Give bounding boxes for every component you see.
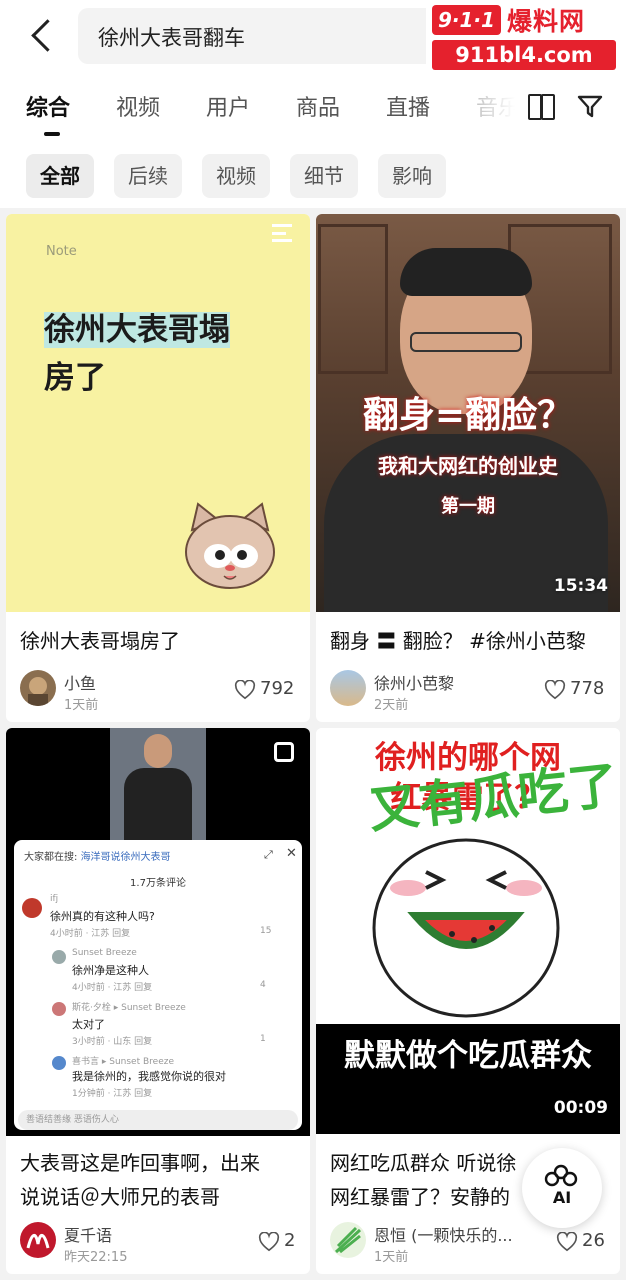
comment-count: 1.7万条评论: [130, 878, 186, 889]
comment-user: 斯花·夕栓 ▸ Sunset Breeze: [72, 1003, 186, 1013]
post-time: 2天前: [374, 698, 409, 713]
search-query: 徐州大表哥翻车: [98, 26, 245, 50]
avatar[interactable]: [330, 670, 366, 706]
meme-thumbnail: 徐州的哪个网 红暴雷了？ 又有瓜吃了 默默做个吃瓜群众 00:09: [316, 728, 620, 1134]
comment-user: ifj: [50, 894, 59, 904]
comment-likes: 1: [260, 1034, 266, 1044]
comment-input: 善语结善缘 恶语伤人心: [18, 1110, 298, 1130]
screenshot-thumbnail: 大家都在搜: 海洋哥说徐州大表哥 ⤢ ✕ 1.7万条评论 ifj 徐州真的有这种…: [6, 728, 310, 1136]
like-count: 778: [570, 678, 605, 699]
video-overlay-subtitle: 我和大网红的创业史: [378, 454, 558, 478]
note-text: 徐州大表哥塌 房了: [44, 312, 230, 396]
result-card-3[interactable]: 大家都在搜: 海洋哥说徐州大表哥 ⤢ ✕ 1.7万条评论 ifj 徐州真的有这种…: [6, 728, 310, 1274]
close-icon: ✕: [286, 846, 297, 861]
bookshelf: [318, 224, 388, 374]
active-tab-indicator: [44, 132, 60, 136]
comment-meta: 4小时前 · 江苏 回复: [72, 983, 153, 993]
chip-followup[interactable]: 后续: [114, 154, 182, 198]
note-label: Note: [46, 244, 77, 259]
watermark-word: 爆料网: [506, 7, 585, 36]
comment-text: 我是徐州的，我感觉你说的很对: [72, 1070, 226, 1083]
chip-video[interactable]: 视频: [202, 154, 270, 198]
tab-fade: [470, 72, 526, 142]
video-thumbnail: 翻身=翻脸？ 我和大网红的创业史 第一期 15:34: [316, 214, 620, 612]
like-count: 26: [582, 1230, 605, 1251]
avatar[interactable]: [20, 1222, 56, 1258]
like-icon[interactable]: [544, 679, 566, 700]
meme-caption: 默默做个吃瓜群众: [344, 1038, 592, 1074]
comment-text: 太对了: [72, 1018, 105, 1031]
tab-video[interactable]: 视频: [116, 90, 160, 122]
video-frame: [110, 728, 206, 840]
watermark-number: 9·1·1: [432, 5, 501, 35]
card-title: 徐州大表哥塌房了: [20, 629, 180, 653]
tab-live[interactable]: 直播: [386, 90, 430, 122]
comment-text: 徐州净是这种人: [72, 964, 149, 977]
like-count: 792: [260, 678, 295, 699]
gallery-icon: [274, 742, 294, 762]
search-header: 徐州大表哥翻车 搜索 9·1·1 爆料网 911bl4.com: [0, 0, 626, 74]
filter-icon[interactable]: [576, 92, 604, 120]
comment-user: Sunset Breeze: [72, 948, 137, 958]
chip-impact[interactable]: 影响: [378, 154, 446, 198]
avatar[interactable]: [20, 670, 56, 706]
note-thumbnail: Note 徐州大表哥塌 房了: [6, 214, 310, 612]
chip-all[interactable]: 全部: [26, 154, 94, 198]
comment-likes: 4: [260, 980, 266, 990]
author-name[interactable]: 恩恒 (一颗快乐的...: [374, 1222, 513, 1246]
like-icon[interactable]: [258, 1231, 280, 1252]
author-name[interactable]: 徐州小芭黎: [374, 670, 454, 694]
popup-header: 大家都在搜: 海洋哥说徐州大表哥: [24, 852, 171, 863]
avatar[interactable]: [330, 1222, 366, 1258]
video-duration: 00:09: [553, 1098, 608, 1118]
cat-sticker-icon: [185, 502, 275, 589]
menu-icon: [272, 224, 292, 242]
result-card-2[interactable]: 翻身=翻脸？ 我和大网红的创业史 第一期 15:34 翻身 〓 翻脸？ #徐州小…: [316, 214, 620, 722]
category-tabs: 综合 视频 用户 商品 直播 音乐: [0, 72, 626, 142]
video-overlay-title: 翻身=翻脸？: [362, 395, 574, 436]
author-name[interactable]: 小鱼: [64, 670, 96, 694]
tab-users[interactable]: 用户: [206, 90, 250, 122]
post-time: 1天前: [64, 698, 99, 713]
like-count: 2: [284, 1230, 296, 1251]
comment-popup: 大家都在搜: 海洋哥说徐州大表哥 ⤢ ✕ 1.7万条评论 ifj 徐州真的有这种…: [14, 840, 302, 1130]
person-glasses: [410, 332, 522, 352]
post-time: 1天前: [374, 1250, 409, 1265]
comment-text: 徐州真的有这种人吗?: [50, 910, 155, 923]
card-title: 翻身 〓 翻脸？ #徐州小芭黎: [330, 629, 586, 653]
card-title: 网红吃瓜群众 听说徐 网红暴雷了？安静的: [330, 1151, 517, 1209]
person-hair: [400, 248, 532, 296]
video-overlay-episode: 第一期: [441, 496, 495, 517]
like-icon[interactable]: [234, 679, 256, 700]
layout-toggle-icon[interactable]: [528, 94, 555, 120]
expand-icon: ⤢: [264, 848, 273, 861]
post-time: 昨天22:15: [64, 1250, 128, 1265]
filter-chips: 全部 后续 视频 细节 影响: [0, 142, 626, 208]
comment-meta: 1分钟前 · 江苏 回复: [72, 1089, 153, 1099]
tab-comprehensive[interactable]: 综合: [26, 90, 70, 122]
chip-details[interactable]: 细节: [290, 154, 358, 198]
card-title: 大表哥这是咋回事啊，出来 说说话＠大师兄的表哥: [20, 1151, 260, 1209]
like-icon[interactable]: [556, 1231, 578, 1252]
watermark-badge: 9·1·1 爆料网 911bl4.com: [426, 0, 622, 74]
watermark-domain: 911bl4.com: [432, 40, 616, 70]
comment-meta: 4小时前 · 江苏 回复: [50, 929, 131, 939]
result-card-1[interactable]: Note 徐州大表哥塌 房了 徐州大表哥塌房了 小鱼 1天前 792: [6, 214, 310, 722]
back-icon[interactable]: [30, 18, 58, 54]
video-duration: 15:34: [553, 576, 608, 596]
ai-assistant-button[interactable]: AI: [522, 1148, 602, 1228]
author-name[interactable]: 夏千语: [64, 1222, 112, 1246]
comment-likes: 15: [260, 926, 272, 936]
comment-meta: 3小时前 · 山东 回复: [72, 1037, 153, 1047]
eating-watermelon-sticker-icon: [372, 838, 560, 1018]
comment-user: 喜书言 ▸ Sunset Breeze: [72, 1057, 174, 1067]
tab-products[interactable]: 商品: [296, 90, 340, 122]
ai-label: AI: [552, 1188, 572, 1207]
